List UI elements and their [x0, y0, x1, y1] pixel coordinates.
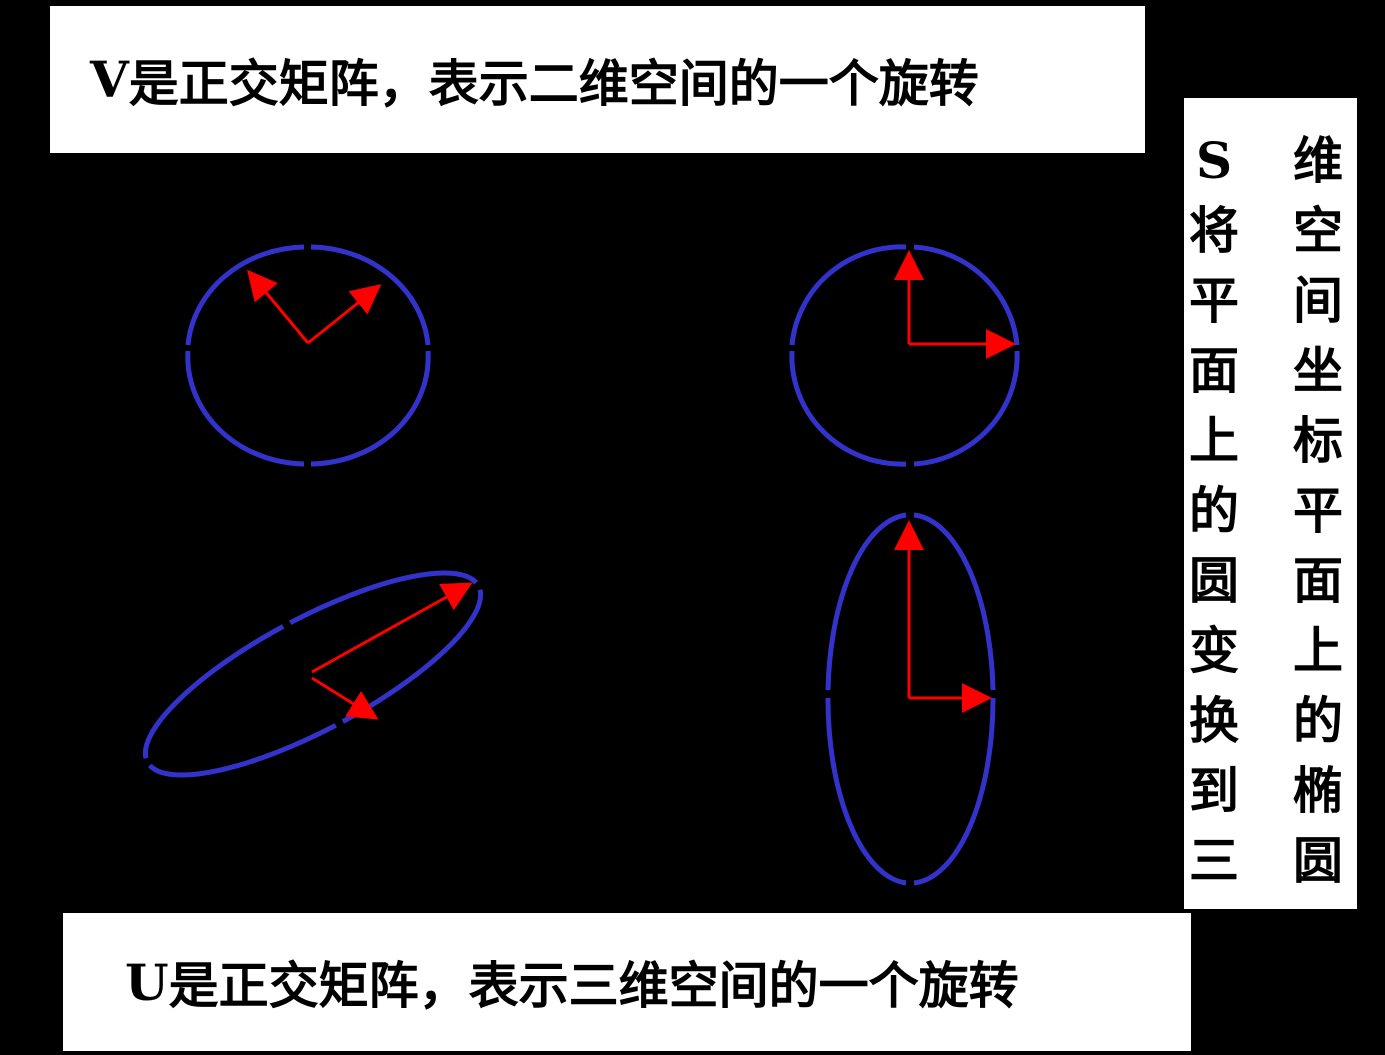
arc	[913, 244, 1020, 346]
arc	[341, 589, 484, 724]
red-vector	[311, 676, 379, 720]
arc	[913, 350, 1020, 467]
svd-diagram	[142, 244, 1020, 886]
circle-top-right	[789, 244, 1020, 467]
red-vector	[247, 269, 310, 344]
arc	[142, 624, 285, 759]
circle-top-left	[185, 244, 431, 467]
ellipse-bottom-left	[142, 570, 484, 778]
red-vector	[307, 284, 382, 345]
arc	[185, 244, 305, 346]
arc	[825, 697, 907, 886]
ellipse-bottom-right	[825, 512, 996, 886]
arc	[913, 697, 996, 886]
arc	[825, 512, 907, 691]
arc	[913, 512, 996, 691]
arc	[789, 244, 907, 346]
arc	[310, 350, 431, 467]
red-vector	[311, 582, 473, 674]
arc	[310, 244, 431, 346]
arc	[789, 350, 907, 467]
arc	[185, 350, 305, 467]
